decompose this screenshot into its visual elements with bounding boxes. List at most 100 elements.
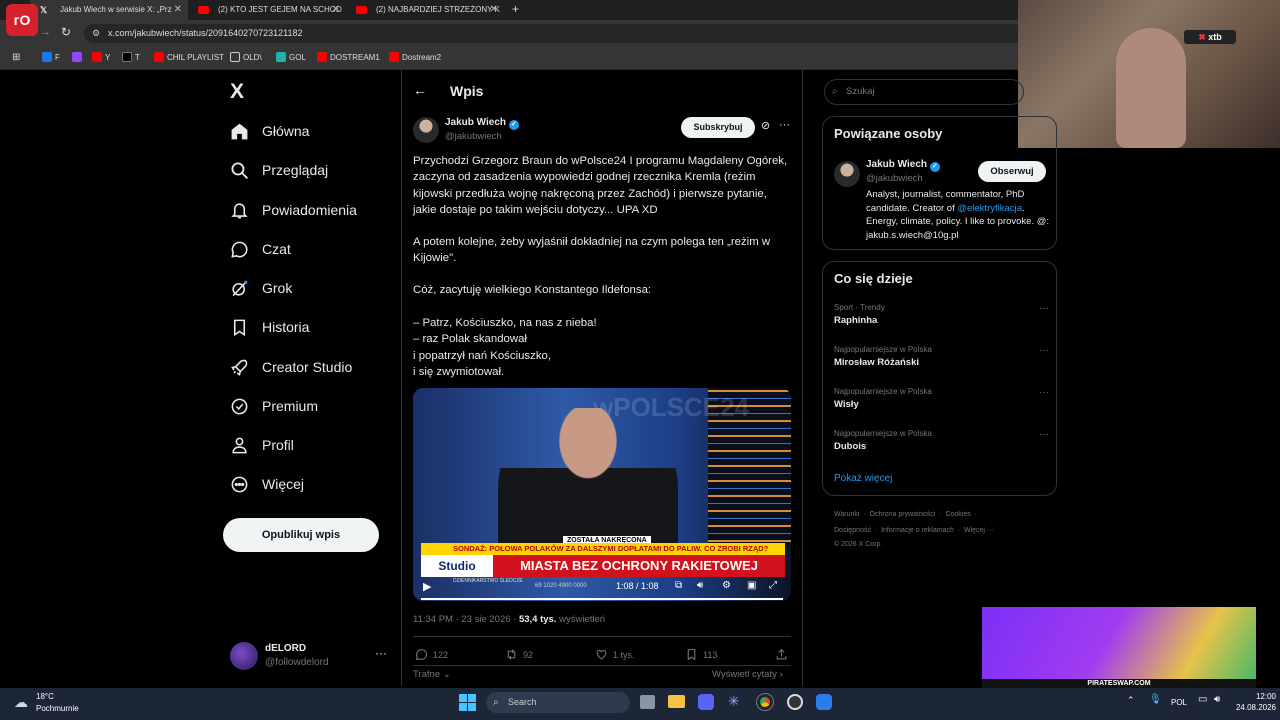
related-name[interactable]: Jakub Wiech ✓	[866, 159, 940, 172]
video-player[interactable]: wPOLSCE24 ZOSTAŁA NAKRĘCONA SONDAŻ: POŁO…	[413, 388, 791, 601]
show-more-link[interactable]: Pokaż więcej	[834, 473, 892, 484]
post-text-paragraph: A potem kolejne, żeby wyjaśnił dokładnie…	[413, 236, 771, 265]
pip-icon[interactable]: ▣	[747, 580, 756, 591]
more-dots-icon[interactable]: ···	[1039, 429, 1049, 440]
volume-icon[interactable]: 🔊︎	[1214, 694, 1220, 705]
trend-item[interactable]: Najpopularniejsze w Polska Mirosław Róża…	[834, 345, 1049, 368]
view-quotes-link[interactable]: Wyświetl cytaty ›	[712, 669, 783, 680]
follow-button[interactable]: Obserwuj	[978, 161, 1046, 182]
bookmark-item[interactable]: T	[122, 52, 140, 64]
bio-mention-link[interactable]: @elektryfikacja	[957, 203, 1022, 214]
clock[interactable]: 12:00 24.08.2026	[1232, 691, 1276, 713]
footer-link[interactable]: Ochrona prywatności	[870, 511, 936, 518]
nav-notifications[interactable]: Powiadomienia	[230, 195, 357, 225]
browser-tab[interactable]: (2) NAJBARDZIEJ STRZEŻONY K ✕	[346, 0, 504, 20]
x-logo[interactable]: X	[230, 80, 244, 104]
nav-grok[interactable]: Grok	[230, 273, 292, 303]
bookmark-item[interactable]: DOSTREAM1	[317, 52, 380, 64]
discord-icon[interactable]	[698, 694, 714, 710]
browser-tab[interactable]: (2) KTO JEST GEJEM NA SCHOD ✕	[188, 0, 346, 20]
site-info-icon[interactable]: ⚙	[92, 24, 100, 43]
reply-button[interactable]: 122	[415, 648, 448, 661]
card-title: Powiązane osoby	[834, 126, 943, 141]
nav-creator-studio[interactable]: Creator Studio	[230, 352, 352, 382]
footer-link[interactable]: Warunki	[834, 511, 859, 518]
repost-button[interactable]: 92	[505, 648, 533, 661]
reload-icon[interactable]: ↻	[61, 25, 71, 39]
bookmark-icon	[233, 319, 246, 336]
bookmark-item[interactable]	[72, 52, 85, 64]
footer-link[interactable]: Informacje o reklamach	[881, 527, 954, 534]
back-arrow-icon[interactable]: ←	[413, 82, 427, 98]
trend-item[interactable]: Sport · Trendy Raphinha ···	[834, 303, 1049, 326]
bookmark-item[interactable]: CHIL PLAYLIST	[154, 52, 224, 64]
post-button[interactable]: Opublikuj wpis	[223, 518, 379, 552]
author-avatar[interactable]	[413, 117, 439, 143]
more-dots-icon[interactable]: ···	[1039, 345, 1049, 356]
start-button[interactable]	[459, 694, 476, 711]
share-button[interactable]	[775, 648, 793, 661]
nav-more[interactable]: Więcej	[230, 469, 304, 499]
more-dots-icon[interactable]: ···	[1039, 303, 1049, 314]
app-icon[interactable]	[816, 694, 832, 710]
more-circle-icon	[231, 476, 248, 492]
account-name: dELORD	[265, 643, 307, 654]
nav-explore[interactable]: Przeglądaj	[230, 155, 328, 185]
close-tab-icon[interactable]: ✕	[332, 0, 340, 20]
language-indicator[interactable]: POL	[1171, 698, 1187, 707]
bookmark-folder[interactable]: OLD\	[230, 52, 262, 64]
close-tab-icon[interactable]: ✕	[490, 0, 498, 20]
browser-tab[interactable]: 𝕏 Jakub Wiech w serwisie X: „Prz ✕	[30, 0, 188, 20]
app-icon[interactable]: ✳	[728, 693, 740, 710]
volume-icon[interactable]: 🔊︎	[697, 580, 703, 591]
nav-bookmarks[interactable]: Historia	[230, 312, 309, 342]
settings-icon[interactable]: ⚙	[722, 580, 731, 591]
close-tab-icon[interactable]: ✕	[174, 0, 182, 20]
network-icon[interactable]: ▭	[1198, 694, 1207, 705]
nav-profile[interactable]: Profil	[230, 430, 294, 460]
search-input[interactable]: ⌕ Szukaj	[824, 79, 1024, 105]
more-dots-icon[interactable]: ···	[1039, 387, 1049, 398]
file-explorer-icon[interactable]	[668, 695, 685, 708]
footer-link[interactable]: Więcej ···	[964, 527, 994, 534]
fullscreen-icon[interactable]: ⤢	[769, 580, 777, 591]
more-dots-icon[interactable]: ···	[779, 119, 790, 131]
bookmark-button[interactable]: 113	[685, 648, 717, 661]
bookmark-item[interactable]: F	[42, 52, 60, 64]
nav-premium[interactable]: Premium	[230, 391, 318, 421]
bookmark-item[interactable]: Dostream2	[389, 52, 441, 64]
nav-home[interactable]: Główna	[230, 116, 309, 146]
trend-item[interactable]: Najpopularniejsze w Polska Wisły ···	[834, 387, 1049, 410]
captions-icon[interactable]: ⧉	[675, 580, 682, 591]
avatar[interactable]	[834, 161, 860, 187]
footer-link[interactable]: Dostępność	[834, 527, 871, 534]
heart-icon	[596, 649, 607, 660]
forward-icon[interactable]: →	[40, 26, 51, 38]
tray-chevron-icon[interactable]: ⌃	[1127, 695, 1135, 706]
video-progress-bar[interactable]	[421, 598, 783, 600]
taskbar-search[interactable]: ⌕ Search	[486, 692, 630, 713]
play-icon[interactable]: ▶	[423, 580, 431, 593]
nav-chat[interactable]: Czat	[230, 234, 291, 264]
more-dots-icon[interactable]: ···	[375, 646, 387, 660]
footer-link[interactable]: Cookies	[945, 511, 970, 518]
url-field[interactable]: ⚙ x.com/jakubwiech/status/20916402707231…	[84, 24, 1024, 43]
trend-item[interactable]: Najpopularniejsze w Polska Dubois ···	[834, 429, 1049, 452]
sort-replies-dropdown[interactable]: Trafne ⌄	[413, 669, 451, 680]
like-button[interactable]: 1 tys.	[595, 648, 635, 661]
grok-icon[interactable]: ⊘	[761, 119, 770, 132]
account-switcher[interactable]: dELORD @followdelord ···	[230, 640, 390, 674]
footer-links: Warunki · Ochrona prywatności · Cookies …	[834, 511, 977, 518]
new-tab-icon[interactable]: +	[512, 0, 519, 18]
weather-widget[interactable]: ☁ 18°C Pochmurnie	[14, 691, 104, 717]
subscribe-button[interactable]: Subskrybuj	[681, 117, 755, 138]
chrome-icon[interactable]	[756, 693, 774, 711]
apps-icon[interactable]: ⊞	[12, 52, 20, 64]
bookmark-item[interactable]: Y	[92, 52, 110, 64]
author-name[interactable]: Jakub Wiech ✓	[445, 117, 519, 130]
obs-icon[interactable]	[787, 694, 803, 710]
task-view-icon[interactable]	[640, 695, 655, 709]
bookmark-item[interactable]: GOL	[276, 52, 306, 64]
microphone-icon[interactable]: 🎙︎	[1149, 694, 1162, 705]
video-time: 1:08 / 1:08	[616, 581, 659, 591]
